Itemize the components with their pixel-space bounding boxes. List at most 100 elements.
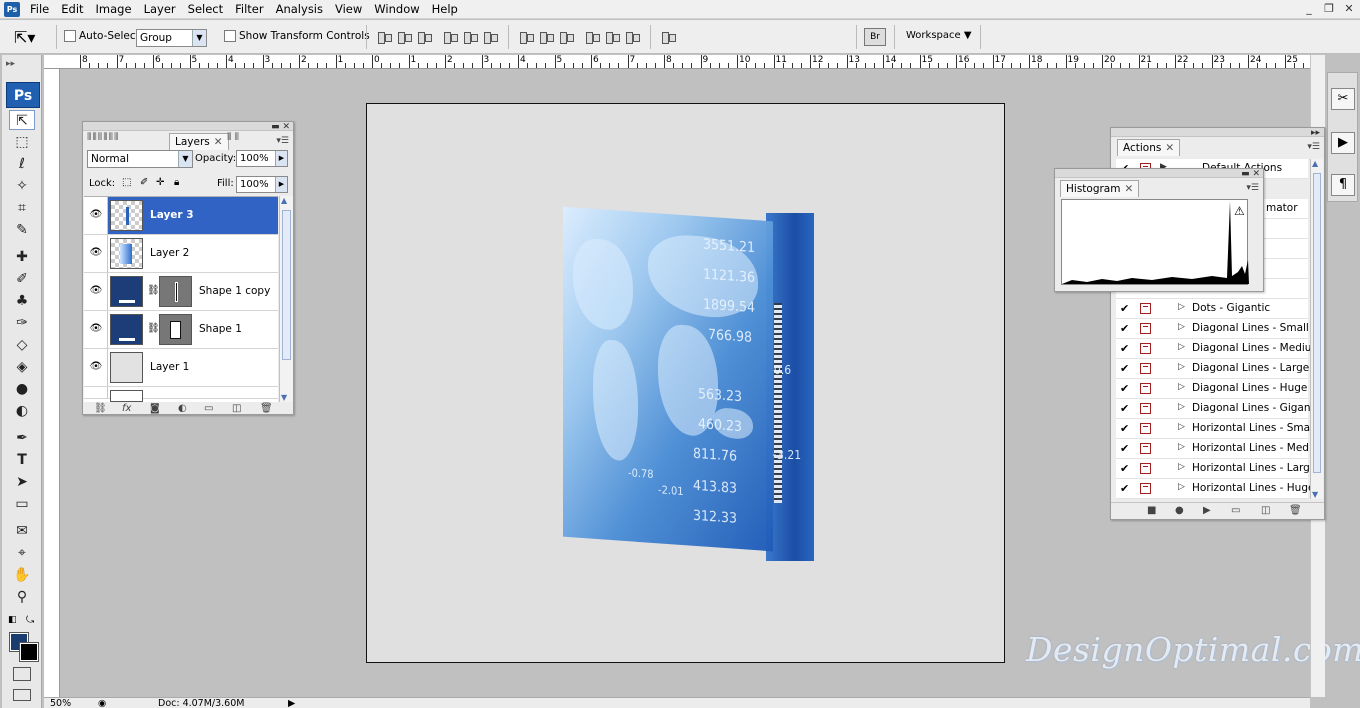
scroll-up-icon[interactable]: ▲ [281,196,287,205]
menu-analysis[interactable]: Analysis [270,2,329,16]
panel-close-icon[interactable]: ▬ ✕ [271,122,290,132]
scroll-down-icon[interactable]: ▼ [1312,490,1318,499]
check-icon[interactable]: ✔ [1120,403,1132,415]
align-left-icon[interactable] [442,30,458,44]
menu-help[interactable]: Help [426,2,464,16]
lock-position-icon[interactable]: ✛ [156,177,164,188]
distribute-hcenter-icon[interactable] [604,30,620,44]
zoom-level[interactable]: 50% [50,698,71,708]
dialog-toggle-icon[interactable] [1140,363,1151,374]
check-icon[interactable]: ✔ [1120,463,1132,475]
clone-stamp-tool-icon[interactable]: ♣ [9,291,35,311]
panel-grip[interactable] [1111,128,1324,137]
menu-filter[interactable]: Filter [229,2,269,16]
lasso-tool-icon[interactable]: ℓ [9,154,35,174]
default-colors-icon[interactable]: ◧ [8,615,17,625]
check-icon[interactable]: ✔ [1120,363,1132,375]
menu-select[interactable]: Select [182,2,229,16]
dialog-toggle-icon[interactable] [1140,343,1151,354]
background-color-swatch[interactable] [19,642,39,662]
eye-icon[interactable]: 👁︎ [89,322,103,336]
align-vcenter-icon[interactable] [396,30,412,44]
actions-scrollbar[interactable]: ▲ ▼ [1310,159,1323,499]
panel-grip[interactable] [1055,169,1263,178]
brush-tool-icon[interactable]: ✐ [9,269,35,289]
panel-menu-icon[interactable]: ▾☰ [1307,142,1320,152]
expand-triangle-icon[interactable]: ▷ [1178,442,1185,452]
action-row[interactable]: ✔ ▷ Diagonal Lines - Medium [1116,339,1322,359]
close-button[interactable]: ✕ [1340,1,1358,17]
hand-tool-icon[interactable]: ✋ [9,565,35,585]
check-icon[interactable]: ✔ [1120,443,1132,455]
check-icon[interactable]: ✔ [1120,483,1132,495]
action-row[interactable]: ✔ ▷ Diagonal Lines - Large [1116,359,1309,379]
eyedropper-3d-tool-icon[interactable]: ⌖ [9,543,35,563]
auto-align-icon[interactable] [660,30,676,44]
eye-icon[interactable]: 👁︎ [89,360,103,374]
close-icon[interactable]: ✕ [214,136,223,148]
eraser-tool-icon[interactable]: ◇ [9,335,35,355]
panel-close-icon[interactable]: ▬ ✕ [1241,169,1260,179]
distribute-bottom-icon[interactable] [558,30,574,44]
restore-button[interactable]: ❐ [1320,1,1338,17]
panel-menu-icon[interactable]: ▾☰ [1246,183,1259,193]
action-row[interactable]: ✔ ▷ Diagonal Lines - Huge [1116,379,1308,399]
layer-row-shape-1-copy[interactable]: 👁︎ ⛓ Shape 1 copy [84,273,278,311]
action-row[interactable]: ✔ ▷ Horizontal Lines - Med... [1116,439,1319,459]
layer-row-shape-1[interactable]: 👁︎ ⛓ Shape 1 [84,311,278,349]
expand-triangle-icon[interactable]: ▷ [1178,342,1185,352]
menu-layer[interactable]: Layer [138,2,182,16]
move-tool-preset-icon[interactable]: ⇱▾ [14,28,35,47]
new-action-icon[interactable]: ◫ [1261,505,1270,516]
move-tool-icon[interactable]: ⇱ [9,110,35,130]
auto-select-dropdown[interactable]: Group ▼ [136,29,207,47]
distribute-right-icon[interactable] [624,30,640,44]
layer-row-background[interactable] [84,387,278,402]
lock-image-icon[interactable]: ✐ [140,177,148,188]
action-row[interactable]: ✔ ▷ Horizontal Lines - Large [1116,459,1316,479]
toolbox-collapse-icon[interactable]: ▸▸ [6,59,15,69]
action-row[interactable]: ✔ ▷ Horizontal Lines - Small [1116,419,1316,439]
distribute-left-icon[interactable] [584,30,600,44]
crop-tool-icon[interactable]: ⌗ [9,198,35,218]
fx-icon[interactable]: fx [122,403,131,414]
paint-bucket-tool-icon[interactable]: ◈ [9,357,35,377]
scroll-down-icon[interactable]: ▼ [281,393,287,402]
status-icon[interactable]: ◉ [98,698,106,708]
minimize-button[interactable]: _ [1300,1,1318,17]
close-icon[interactable]: ✕ [1124,183,1133,195]
dodge-tool-icon[interactable]: ◐ [9,401,35,421]
expand-triangle-icon[interactable]: ▷ [1178,322,1185,332]
menu-image[interactable]: Image [90,2,138,16]
expand-triangle-icon[interactable]: ▷ [1178,462,1185,472]
tools-icon[interactable]: ✂ [1331,88,1355,110]
app-icon[interactable]: Ps [4,2,20,17]
swap-colors-icon[interactable]: ⤿ [26,615,34,626]
panel-collapse-icon[interactable]: ▸▸ [1311,128,1320,138]
align-hcenter-icon[interactable] [462,30,478,44]
opacity-field[interactable]: 100% ▶ [236,150,288,167]
stop-icon[interactable]: ■ [1147,505,1156,516]
check-icon[interactable]: ✔ [1120,303,1132,315]
dialog-toggle-icon[interactable] [1140,443,1151,454]
dialog-toggle-icon[interactable] [1140,383,1151,394]
add-mask-icon[interactable]: ◙ [150,403,160,414]
menu-window[interactable]: Window [368,2,425,16]
lock-transparent-icon[interactable]: ⬚ [122,177,131,188]
healing-brush-tool-icon[interactable]: ✚ [9,247,35,267]
layer-row-layer-2[interactable]: 👁︎ Layer 2 [84,235,278,273]
show-transform-checkbox[interactable] [224,30,236,42]
dialog-toggle-icon[interactable] [1140,463,1151,474]
shape-tool-icon[interactable]: ▭ [9,494,35,514]
lock-all-icon[interactable]: 🔒︎ [174,177,179,188]
check-icon[interactable]: ✔ [1120,343,1132,355]
check-icon[interactable]: ✔ [1120,323,1132,335]
trash-icon[interactable]: 🗑︎ [260,403,273,414]
panel-grip[interactable] [83,122,293,131]
quick-mask-icon[interactable] [13,667,31,681]
distribute-top-icon[interactable] [518,30,534,44]
eye-icon[interactable]: 👁︎ [89,284,103,298]
eye-icon[interactable]: 👁︎ [89,246,103,260]
eye-icon[interactable]: 👁︎ [89,208,103,222]
expand-triangle-icon[interactable]: ▷ [1178,382,1185,392]
